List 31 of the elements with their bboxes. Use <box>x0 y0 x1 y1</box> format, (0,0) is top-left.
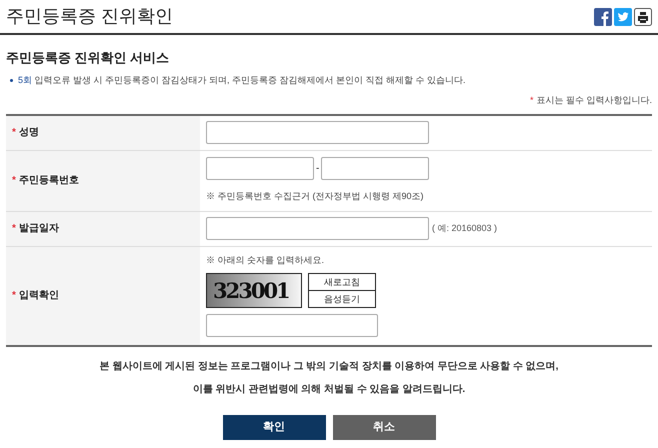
text-field[interactable] <box>206 217 429 240</box>
text-field[interactable] <box>206 314 378 338</box>
text-field[interactable] <box>206 157 314 180</box>
required-mark: * <box>12 126 16 140</box>
required-note: * 표시는 필수 입력사항입니다. <box>528 94 652 107</box>
field-label: 성명 <box>18 126 39 140</box>
notice-text: 5회 입력오류 발생 시 주민등록증이 잠김상태가 되며, 주민등록증 잠김해제에서 본인이 직접 해제할 수 있습니다. <box>18 74 466 86</box>
required-mark: * <box>12 174 16 188</box>
bullet-icon <box>10 78 13 82</box>
text-field[interactable] <box>206 121 429 144</box>
confirm-button[interactable]: 확인 <box>222 414 326 440</box>
format-hint: ( 예: 20160803 ) <box>432 222 498 235</box>
cancel-button[interactable]: 취소 <box>332 414 436 440</box>
disclaimer-text: 본 웹사이트에 게시된 정보는 프로그램이나 그 밖의 기술적 장치를 이용하여 무단으로 사용할 수 없으며, <box>100 360 558 374</box>
captcha-image: 323001 <box>206 273 302 308</box>
page-title: 주민등록증 진위확인 <box>6 5 174 28</box>
captcha-button[interactable]: 음성듣기 <box>308 290 376 308</box>
note-text: ※ 아래의 숫자를 입력하세요. <box>206 254 326 267</box>
section-title: 주민등록증 진위확인 서비스 <box>6 49 170 67</box>
field-label: 발급일자 <box>18 222 59 236</box>
disclaimer-text: 이를 위반시 관련법령에 의해 처벌될 수 있음을 알려드립니다. <box>192 382 466 396</box>
required-mark: * <box>12 289 16 303</box>
note-text: ※ 주민등록번호 수집근거 (전자정부법 시행령 제90조) <box>206 190 425 204</box>
required-mark: * <box>12 222 16 236</box>
facebook-icon[interactable] <box>594 8 612 26</box>
print-icon[interactable] <box>634 8 652 26</box>
text-field[interactable] <box>321 157 430 180</box>
separator: - <box>316 162 320 176</box>
field-label: 주민등록번호 <box>18 174 79 188</box>
field-label: 입력확인 <box>18 289 59 303</box>
captcha-button[interactable]: 새로고침 <box>308 273 376 292</box>
